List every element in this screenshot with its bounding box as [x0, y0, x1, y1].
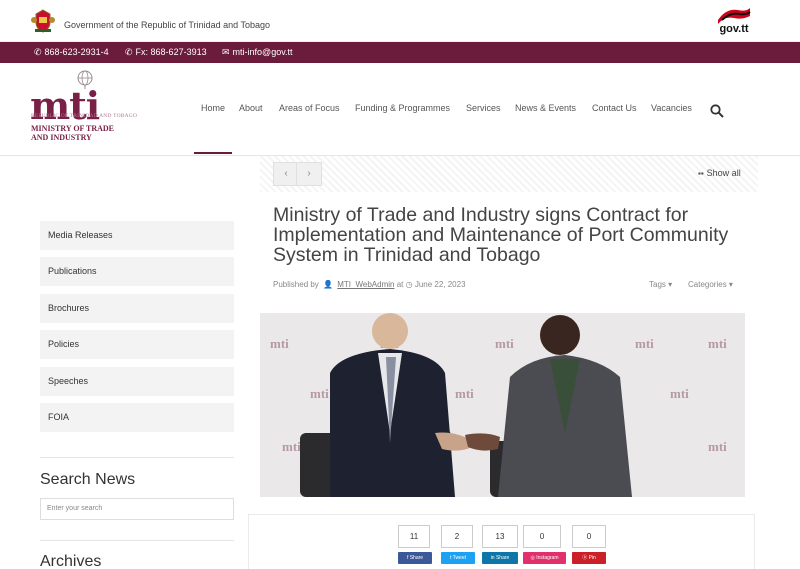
- nav-about[interactable]: About: [239, 103, 263, 113]
- watermark-mti: mti: [495, 336, 514, 351]
- search-news-heading: Search News: [40, 471, 136, 488]
- watermark-mti: mti: [708, 439, 727, 454]
- sidebar-item-foia[interactable]: FOIA: [40, 403, 234, 432]
- sidebar-item-brochures[interactable]: Brochures: [40, 294, 234, 323]
- show-all-link[interactable]: ▪▪ Show all: [698, 168, 741, 178]
- watermark-mti: mti: [670, 386, 689, 401]
- linkedin-share-button[interactable]: in Share: [482, 552, 518, 564]
- nav-areas-of-focus[interactable]: Areas of Focus: [279, 103, 340, 113]
- logo-republic-text: REPUBLIC OF TRINIDAD AND TOBAGO: [31, 113, 138, 119]
- watermark-mti: mti: [282, 439, 301, 454]
- watermark-mti: mti: [455, 386, 474, 401]
- email-contact[interactable]: ✉ mti-info@gov.tt: [222, 47, 293, 58]
- nav-home[interactable]: Home: [201, 103, 225, 113]
- sidebar-item-publications[interactable]: Publications: [40, 257, 234, 286]
- search-news-input[interactable]: Enter your search: [40, 498, 234, 520]
- nav-news-events[interactable]: News & Events: [515, 103, 576, 113]
- site-logo[interactable]: mti: [30, 83, 100, 128]
- next-article-button[interactable]: ›: [296, 162, 322, 186]
- instagram-share-count: 0: [523, 525, 561, 548]
- twitter-share-button[interactable]: t Tweet: [441, 552, 475, 564]
- sidebar-divider: [40, 540, 234, 541]
- clock-icon: ◷: [405, 280, 413, 289]
- chevron-down-icon: ▾: [668, 280, 673, 289]
- pager-strip: [260, 156, 758, 192]
- govtt-label: gov.tt: [719, 23, 749, 35]
- chevron-down-icon: ▾: [728, 280, 733, 289]
- watermark-mti: mti: [270, 336, 289, 351]
- categories-label: Categories: [688, 280, 727, 289]
- gov-bar: Government of the Republic of Trinidad a…: [0, 0, 800, 42]
- categories-dropdown[interactable]: Categories ▾: [688, 280, 733, 289]
- mail-icon: ✉: [222, 47, 230, 57]
- instagram-share-label: Instagram: [536, 555, 559, 561]
- nav-services[interactable]: Services: [466, 103, 501, 113]
- fax-number: Fx: 868-627-3913: [135, 47, 207, 57]
- logo-ministry-line1: MINISTRY OF TRADE: [31, 124, 114, 133]
- article-title: Ministry of Trade and Industry signs Con…: [273, 204, 729, 266]
- sidebar-item-media-releases[interactable]: Media Releases: [40, 221, 234, 250]
- watermark-mti: mti: [635, 336, 654, 351]
- author-link[interactable]: MTI_WebAdmin: [337, 280, 394, 289]
- fax-contact: ✆ Fx: 868-627-3913: [125, 47, 207, 58]
- contact-bar: ✆ 868-623-2931-4 ✆ Fx: 868-627-3913 ✉ mti-i…: [0, 42, 800, 63]
- logo-ministry-line2: AND INDUSTRY: [31, 133, 92, 142]
- sidebar-item-policies[interactable]: Policies: [40, 330, 234, 359]
- nav-active-indicator: [194, 152, 232, 154]
- facebook-share-label: Share: [409, 555, 424, 561]
- watermark-mti: mti: [310, 386, 329, 401]
- pinterest-share-count: 0: [572, 525, 606, 548]
- nav-contact-us[interactable]: Contact Us: [592, 103, 637, 113]
- nav-vacancies[interactable]: Vacancies: [651, 103, 692, 113]
- nav-funding-programmes[interactable]: Funding & Programmes: [355, 103, 450, 113]
- article-photo: mti mti mti mti mti mti mti mti mti mti: [260, 313, 745, 497]
- phone-icon: ✆: [34, 47, 42, 57]
- handshake-photo: mti mti mti mti mti mti mti mti mti mti: [260, 313, 745, 497]
- phone-contact[interactable]: ✆ 868-623-2931-4: [34, 47, 109, 58]
- twitter-share-count: 2: [441, 525, 473, 548]
- govtt-logo[interactable]: gov.tt: [716, 6, 752, 36]
- facebook-share-button[interactable]: f Share: [398, 552, 432, 564]
- archives-heading: Archives: [40, 553, 102, 569]
- watermark-mti: mti: [708, 336, 727, 351]
- search-icon[interactable]: [710, 104, 724, 118]
- article-meta: Published by 👤 MTI_WebAdmin at ◷ June 22…: [273, 280, 466, 289]
- at-label: at: [396, 280, 404, 289]
- user-icon: 👤: [323, 280, 334, 289]
- phone-number: 868-623-2931-4: [44, 47, 109, 57]
- coat-of-arms-icon: [31, 9, 55, 33]
- gov-title[interactable]: Government of the Republic of Trinidad a…: [64, 20, 270, 30]
- show-all-label: Show all: [706, 168, 741, 178]
- pinterest-share-label: Pin: [588, 555, 596, 561]
- publish-date: June 22, 2023: [414, 280, 466, 289]
- facebook-share-count: 11: [398, 525, 430, 548]
- published-by-label: Published by: [273, 280, 319, 289]
- tags-dropdown[interactable]: Tags ▾: [649, 280, 672, 289]
- linkedin-share-count: 13: [482, 525, 518, 548]
- linkedin-share-label: Share: [495, 555, 510, 561]
- phone-icon: ✆: [125, 47, 133, 57]
- sidebar-divider: [40, 457, 234, 458]
- grid-icon: ▪▪: [698, 169, 704, 178]
- instagram-share-button[interactable]: ◎ Instagram: [523, 552, 566, 564]
- sidebar-item-speeches[interactable]: Speeches: [40, 367, 234, 396]
- site-header: mti REPUBLIC OF TRINIDAD AND TOBAGO MINI…: [0, 63, 800, 156]
- pinterest-share-button[interactable]: ⓟ Pin: [572, 552, 606, 564]
- tags-label: Tags: [649, 280, 666, 289]
- twitter-share-label: Tweet: [452, 555, 467, 561]
- email-address: mti-info@gov.tt: [232, 47, 293, 57]
